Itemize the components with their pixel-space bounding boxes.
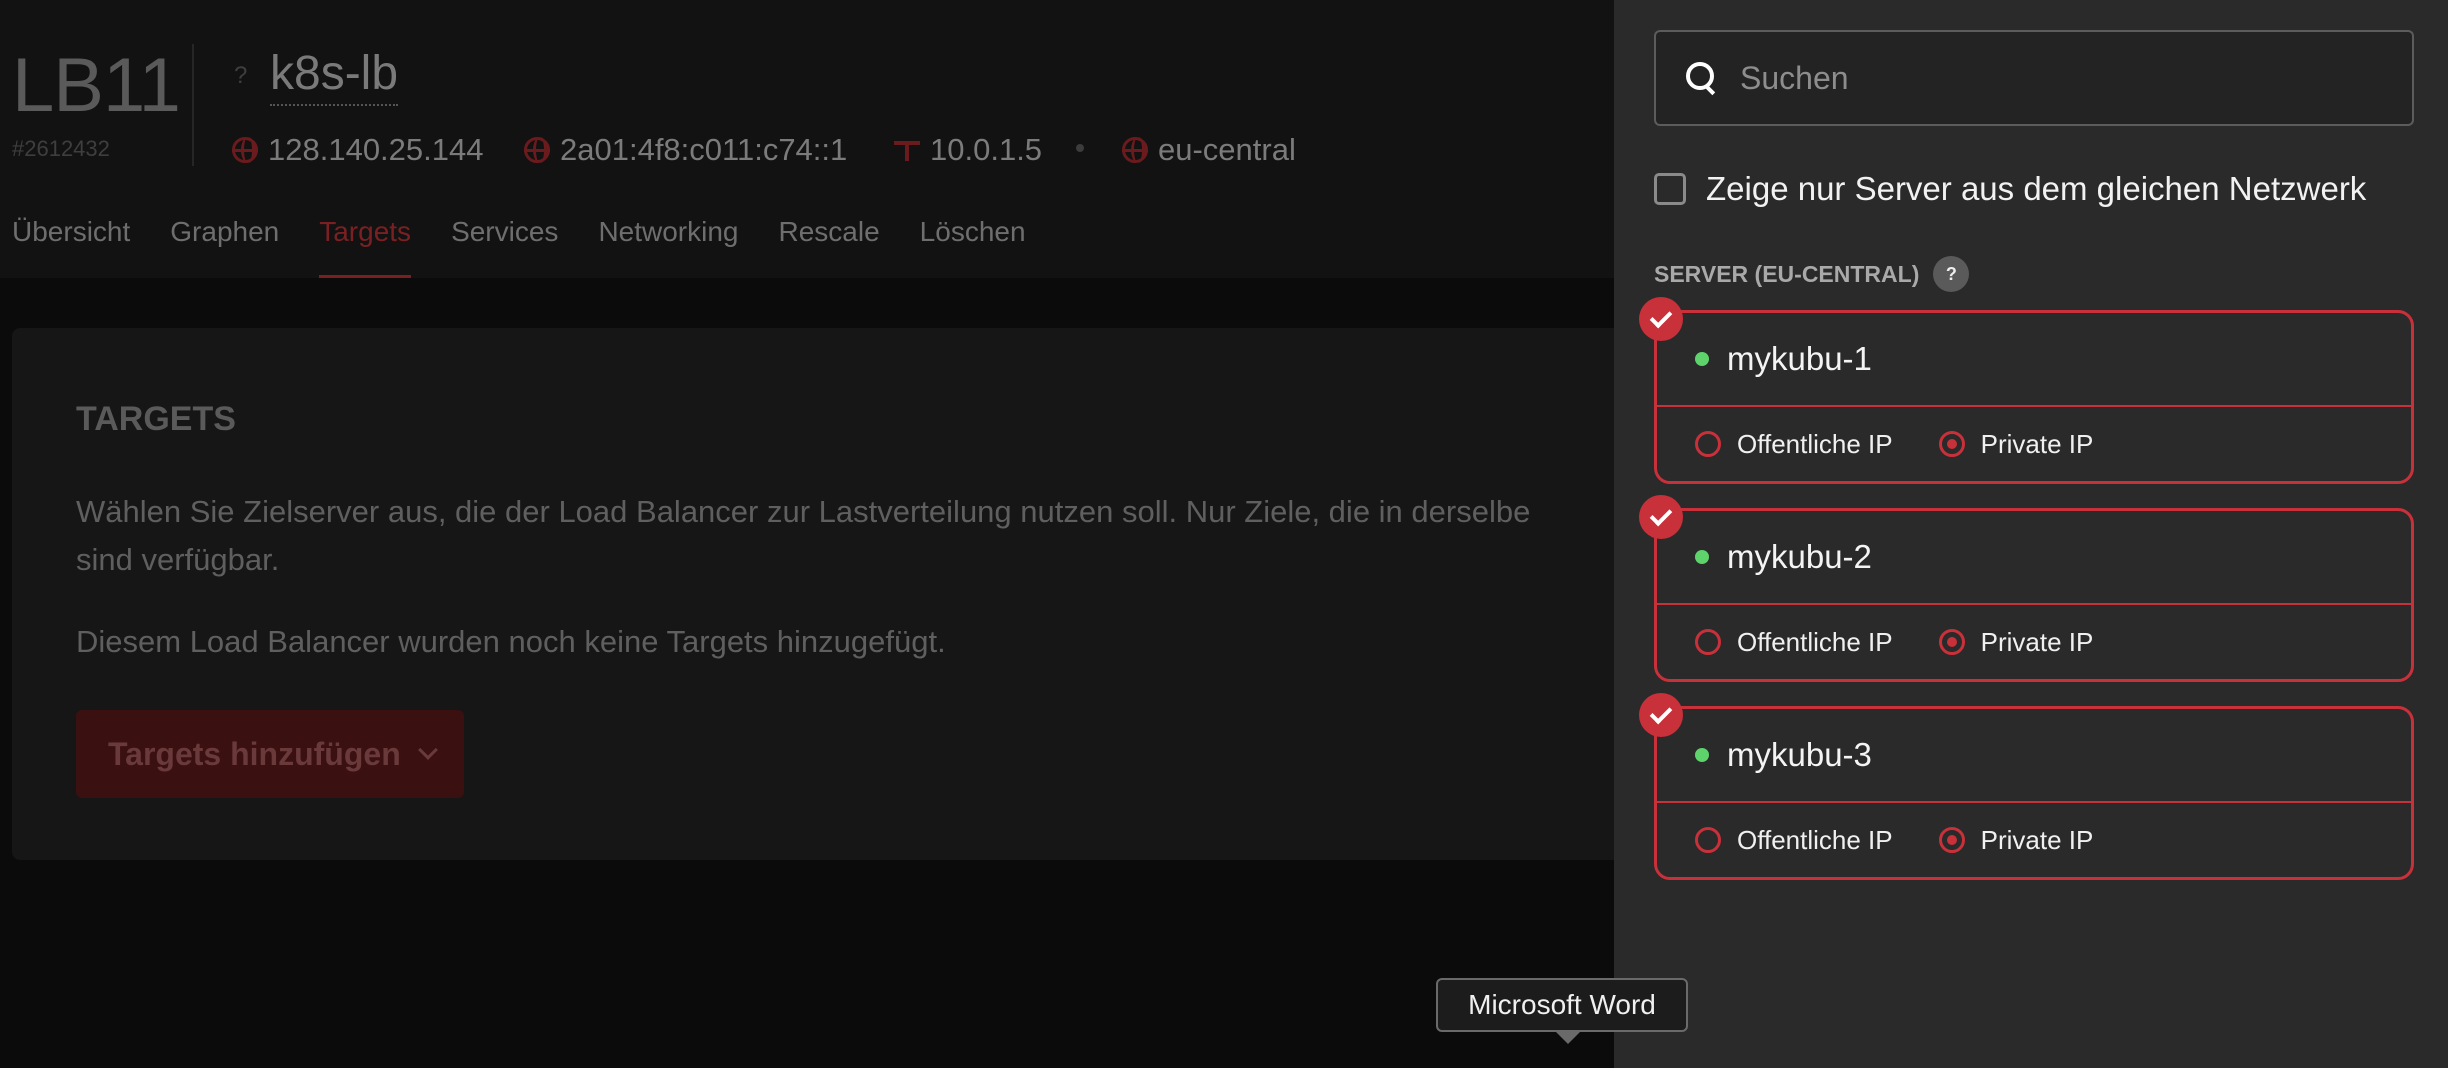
globe-icon — [232, 137, 258, 163]
description-line-2: sind verfügbar. — [76, 542, 280, 577]
private-ip-value[interactable]: 10.0.1.5 — [930, 132, 1042, 168]
search-icon — [1684, 60, 1720, 96]
selected-check-icon — [1639, 495, 1683, 539]
name-help-icon[interactable]: ? — [234, 62, 247, 90]
public-ip-option[interactable]: Offentliche IP — [1695, 429, 1893, 460]
location-value: eu-central — [1158, 132, 1296, 167]
server-name: mykubu-2 — [1727, 538, 1872, 575]
private-ip-radio[interactable] — [1938, 431, 1965, 457]
private-ip-label[interactable]: Private IP — [1981, 825, 2094, 856]
targets-card: TARGETS Wählen Sie Zielserver aus, die d… — [12, 328, 1614, 860]
targets-title: TARGETS — [76, 400, 236, 438]
network-icon — [894, 137, 920, 163]
server-name: mykubu-3 — [1727, 736, 1872, 773]
server-card[interactable]: mykubu-3 Offentliche IP Private IP — [1639, 693, 2414, 880]
server-header[interactable]: mykubu-1 — [1657, 313, 2411, 407]
public-ip-radio[interactable] — [1695, 431, 1721, 457]
private-ip-radio[interactable] — [1938, 827, 1965, 853]
server-name: mykubu-1 — [1727, 340, 1872, 377]
tab-uebersicht[interactable]: Übersicht — [12, 216, 130, 278]
network-filter-label[interactable]: Zeige nur Server aus dem gleichen Netzwe… — [1706, 170, 2366, 208]
ip-choice: Offentliche IP Private IP — [1657, 605, 2411, 679]
tab-graphen[interactable]: Graphen — [170, 216, 279, 278]
tab-services[interactable]: Services — [451, 216, 558, 278]
chevron-down-icon — [417, 740, 438, 760]
public-ip-option[interactable]: Offentliche IP — [1695, 825, 1893, 856]
ipv6-meta: 2a01:4f8:c011:c74::1 — [524, 132, 847, 168]
tab-bar: Übersicht Graphen Targets Services Netwo… — [12, 216, 1026, 278]
network-filter[interactable]: Zeige nur Server aus dem gleichen Netzwe… — [1654, 170, 2366, 208]
help-icon[interactable]: ? — [1933, 256, 1970, 292]
add-targets-label: Targets hinzufügen — [108, 735, 401, 772]
public-ip-radio[interactable] — [1695, 629, 1721, 655]
search-box — [1654, 30, 2414, 126]
description-line-1: Wählen Sie Zielserver aus, die der Load … — [76, 494, 1531, 529]
ip-choice: Offentliche IP Private IP — [1657, 803, 2411, 877]
network-filter-checkbox[interactable] — [1654, 173, 1686, 205]
taskbar-tooltip: Microsoft Word — [1436, 978, 1688, 1044]
status-online-icon — [1695, 352, 1709, 366]
meta-separator — [1076, 144, 1084, 152]
targets-description: Wählen Sie Zielserver aus, die der Load … — [76, 488, 1614, 584]
page-header: LB11 #2612432 ? k8s-lb 128.140.25.144 2a… — [0, 0, 1614, 278]
globe-icon — [524, 137, 550, 163]
server-header[interactable]: mykubu-2 — [1657, 511, 2411, 605]
tab-networking[interactable]: Networking — [598, 216, 738, 278]
tab-targets[interactable]: Targets — [319, 216, 411, 278]
location-icon — [1122, 137, 1148, 163]
public-ip-label[interactable]: Offentliche IP — [1737, 627, 1893, 658]
app-root: LB11 #2612432 ? k8s-lb 128.140.25.144 2a… — [0, 0, 2448, 1068]
private-ip-label[interactable]: Private IP — [1981, 429, 2094, 460]
status-online-icon — [1695, 748, 1709, 762]
public-ip-label[interactable]: Offentliche IP — [1737, 429, 1893, 460]
target-select-panel: Zeige nur Server aus dem gleichen Netzwe… — [1614, 0, 2448, 1068]
ipv4-meta: 128.140.25.144 — [232, 132, 484, 168]
server-card[interactable]: mykubu-1 Offentliche IP Private IP — [1639, 297, 2414, 484]
public-ip-radio[interactable] — [1695, 827, 1721, 853]
location-meta: eu-central — [1122, 132, 1296, 168]
lb-id: #2612432 — [12, 136, 110, 161]
public-ip-option[interactable]: Offentliche IP — [1695, 627, 1893, 658]
private-ip-label[interactable]: Private IP — [1981, 627, 2094, 658]
ipv6-value[interactable]: 2a01:4f8:c011:c74::1 — [560, 132, 847, 168]
server-section-label: SERVER (EU-CENTRAL) ? — [1654, 256, 1970, 292]
private-ip-option[interactable]: Private IP — [1938, 825, 2094, 856]
private-ip-option[interactable]: Private IP — [1938, 429, 2094, 460]
private-ip-meta: 10.0.1.5 — [894, 132, 1042, 168]
ip-choice: Offentliche IP Private IP — [1657, 407, 2411, 481]
private-ip-option[interactable]: Private IP — [1938, 627, 2094, 658]
load-balancer-page: LB11 #2612432 ? k8s-lb 128.140.25.144 2a… — [0, 0, 1614, 1068]
section-label-text: SERVER (EU-CENTRAL) — [1654, 260, 1920, 287]
status-online-icon — [1695, 550, 1709, 564]
private-ip-radio[interactable] — [1938, 629, 1965, 655]
search-input[interactable] — [1740, 59, 2380, 97]
public-ip-label[interactable]: Offentliche IP — [1737, 825, 1893, 856]
lb-name[interactable]: k8s-lb — [270, 46, 399, 106]
lb-type: LB11 — [12, 43, 181, 128]
selected-check-icon — [1639, 297, 1683, 341]
header-divider — [192, 44, 194, 166]
selected-check-icon — [1639, 693, 1683, 737]
server-header[interactable]: mykubu-3 — [1657, 709, 2411, 803]
tab-rescale[interactable]: Rescale — [779, 216, 880, 278]
tab-loeschen[interactable]: Löschen — [920, 216, 1026, 278]
ipv4-value[interactable]: 128.140.25.144 — [268, 132, 484, 168]
add-targets-button[interactable]: Targets hinzufügen — [76, 710, 464, 798]
server-card[interactable]: mykubu-2 Offentliche IP Private IP — [1639, 495, 2414, 682]
targets-empty-text: Diesem Load Balancer wurden noch keine T… — [76, 624, 946, 659]
